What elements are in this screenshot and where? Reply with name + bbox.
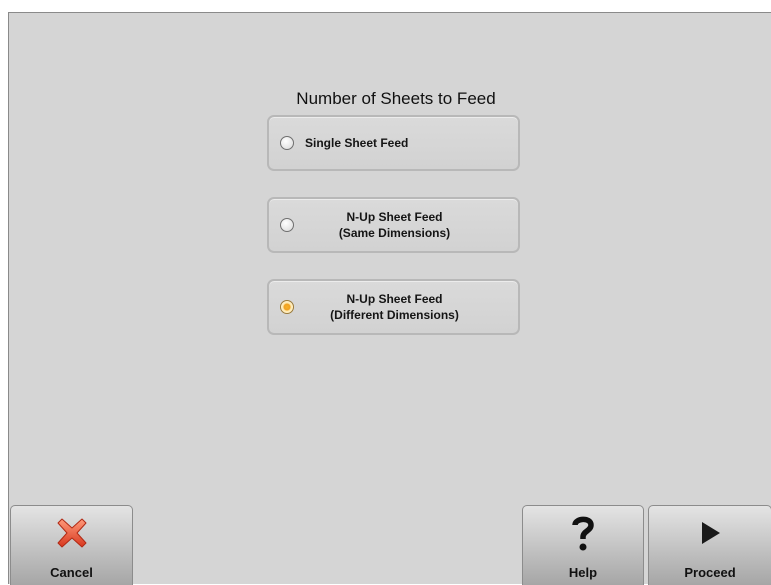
radio-button-single-sheet-feed[interactable] xyxy=(280,136,294,150)
help-button[interactable]: Help xyxy=(522,505,644,585)
radio-button-nup-same-dimensions[interactable] xyxy=(280,218,294,232)
option-label-line2: (Different Dimensions) xyxy=(330,308,459,322)
help-button-label: Help xyxy=(568,565,598,580)
dialog-window: Number of Sheets to Feed Single Sheet Fe… xyxy=(8,12,771,585)
radio-button-nup-different-dimensions[interactable] xyxy=(280,300,294,314)
option-label-line1: N-Up Sheet Feed xyxy=(346,292,443,306)
option-single-sheet-feed[interactable]: Single Sheet Feed xyxy=(267,115,520,171)
option-label: N-Up Sheet Feed (Different Dimensions) xyxy=(303,281,512,333)
option-label-line1: Single Sheet Feed xyxy=(305,136,409,150)
option-label: Single Sheet Feed xyxy=(303,117,512,169)
page-title: Number of Sheets to Feed xyxy=(296,89,496,108)
option-label-line2: (Same Dimensions) xyxy=(338,226,451,240)
question-mark-icon xyxy=(572,516,594,551)
play-arrow-icon xyxy=(702,522,720,544)
cancel-button[interactable]: Cancel xyxy=(10,505,133,585)
cancel-button-label: Cancel xyxy=(50,565,93,580)
option-nup-same-dimensions[interactable]: N-Up Sheet Feed (Same Dimensions) xyxy=(267,197,520,253)
proceed-button[interactable]: Proceed xyxy=(648,505,771,585)
option-label-line1: N-Up Sheet Feed xyxy=(346,210,443,224)
option-label: N-Up Sheet Feed (Same Dimensions) xyxy=(303,199,512,251)
proceed-button-label: Proceed xyxy=(684,565,736,580)
option-nup-different-dimensions[interactable]: N-Up Sheet Feed (Different Dimensions) xyxy=(267,279,520,335)
x-icon xyxy=(57,518,86,548)
